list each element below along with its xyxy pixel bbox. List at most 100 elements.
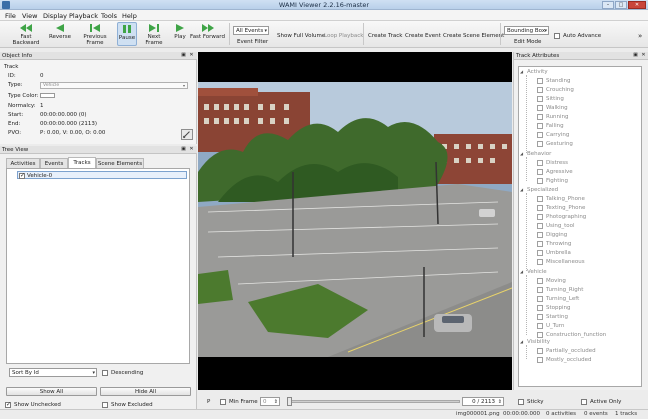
track-section-label: Track xyxy=(4,64,19,70)
min-frame-checkbox[interactable] xyxy=(220,399,226,405)
attr-construction-function[interactable]: Construction_function xyxy=(537,332,606,338)
video-viewport[interactable] xyxy=(198,52,512,390)
event-filter-select[interactable]: All Events ▾ xyxy=(233,26,269,35)
attr-distress[interactable]: Distress xyxy=(537,160,568,166)
attr-mostly-occluded[interactable]: Mostly_occluded xyxy=(537,357,591,363)
maximize-button[interactable]: □ xyxy=(615,1,627,9)
attr-sitting[interactable]: Sitting xyxy=(537,96,564,102)
slider-handle[interactable] xyxy=(287,397,292,406)
attr-falling[interactable]: Falling xyxy=(537,123,564,129)
start-label: Start: xyxy=(8,112,24,118)
create-event-button[interactable]: Create Event xyxy=(405,33,441,39)
id-value: 0 xyxy=(40,73,44,79)
attr-turning-left[interactable]: Turning_Left xyxy=(537,296,579,302)
attr-moving[interactable]: Moving xyxy=(537,278,566,284)
menu-help[interactable]: Help xyxy=(122,12,137,20)
attr-digging[interactable]: Digging xyxy=(537,232,567,238)
attr-crouching[interactable]: Crouching xyxy=(537,87,574,93)
show-excluded-checkbox[interactable] xyxy=(102,402,108,408)
normalcy-value: 1 xyxy=(40,103,44,109)
frame-spinbox[interactable]: 0 / 2113 ⇕ xyxy=(462,397,504,406)
close-icon[interactable]: ✕ xyxy=(189,147,194,152)
hide-all-button[interactable]: Hide All xyxy=(100,387,191,396)
attr-photographing[interactable]: Photographing xyxy=(537,214,586,220)
menu-tools[interactable]: Tools xyxy=(101,12,117,20)
loop-playback-button[interactable]: Loop Playback xyxy=(324,33,363,39)
close-icon[interactable]: ✕ xyxy=(641,53,646,58)
sort-select[interactable]: Sort By Id ▾ xyxy=(9,368,97,377)
attr-standing[interactable]: Standing xyxy=(537,78,571,84)
type-select[interactable]: Vehicle ▾ xyxy=(40,82,188,89)
tab-activities[interactable]: Activities xyxy=(6,158,40,168)
vehicle-0-checkbox[interactable] xyxy=(19,172,25,179)
chevron-down-icon: ▾ xyxy=(92,370,95,376)
tracks-list[interactable]: Vehicle-0 xyxy=(6,168,190,364)
auto-advance-checkbox[interactable] xyxy=(554,33,560,39)
attr-throwing[interactable]: Throwing xyxy=(537,241,571,247)
tab-tracks[interactable]: Tracks xyxy=(68,157,96,168)
menu-playback[interactable]: Playback xyxy=(69,12,98,20)
fast-backward-button[interactable]: Fast Backward xyxy=(8,23,44,46)
attr-umbrella[interactable]: Umbrella xyxy=(537,250,571,256)
group-vehicle[interactable]: Vehicle xyxy=(520,269,547,275)
attr-walking[interactable]: Walking xyxy=(537,105,568,111)
attributes-tree[interactable]: Activity Standing Crouching Sitting Walk… xyxy=(518,66,642,387)
edit-mode-select[interactable]: Bounding Box ▾ xyxy=(504,26,549,35)
group-specialized[interactable]: Specialized xyxy=(520,187,558,193)
float-icon[interactable]: ▣ xyxy=(181,147,186,152)
close-icon[interactable]: ✕ xyxy=(189,53,194,58)
next-frame-button[interactable]: Next Frame xyxy=(139,23,169,46)
attr-partially-occluded[interactable]: Partially_occluded xyxy=(537,348,596,354)
attr-miscellaneous[interactable]: Miscellaneous xyxy=(537,259,585,265)
menu-view[interactable]: View xyxy=(22,12,37,20)
attr-stopping[interactable]: Stopping xyxy=(537,305,571,311)
attr-starting[interactable]: Starting xyxy=(537,314,568,320)
show-full-volume-button[interactable]: Show Full Volume xyxy=(277,33,325,39)
min-frame-spinbox[interactable]: 0 ⇕ xyxy=(260,397,280,406)
attr-running[interactable]: Running xyxy=(537,114,569,120)
attr-texting-phone[interactable]: Texting_Phone xyxy=(537,205,585,211)
menu-display[interactable]: Display xyxy=(43,12,67,20)
close-button[interactable]: ✕ xyxy=(628,1,646,9)
previous-frame-button[interactable]: Previous Frame xyxy=(75,23,115,46)
create-track-button[interactable]: Create Track xyxy=(368,33,402,39)
pause-button[interactable]: Pause xyxy=(117,22,137,46)
attr-agressive[interactable]: Agressive xyxy=(537,169,573,175)
edit-color-button[interactable] xyxy=(181,129,193,140)
attr-talking-phone[interactable]: Talking_Phone xyxy=(537,196,585,202)
reverse-button[interactable]: Reverse xyxy=(48,23,72,40)
fast-forward-button[interactable]: Fast Forward xyxy=(190,23,225,40)
toolbar-overflow-button[interactable]: » xyxy=(638,32,642,40)
attr-fighting[interactable]: Fighting xyxy=(537,178,568,184)
float-icon[interactable]: ▣ xyxy=(633,53,638,58)
attr-turning-right[interactable]: Turning_Right xyxy=(537,287,583,293)
minimize-button[interactable]: – xyxy=(602,1,614,9)
previous-frame-icon xyxy=(90,24,100,32)
type-color-swatch[interactable] xyxy=(40,93,55,98)
show-unchecked-checkbox[interactable] xyxy=(5,401,11,408)
object-info-panel: Object Info ▣ ✕ Track ID: 0 Type: Vehicl… xyxy=(0,52,197,144)
frame-slider[interactable] xyxy=(287,397,460,406)
descending-checkbox[interactable] xyxy=(102,370,108,376)
float-icon[interactable]: ▣ xyxy=(181,53,186,58)
sticky-checkbox[interactable] xyxy=(518,399,524,405)
menu-file[interactable]: File xyxy=(5,12,16,20)
tab-scene-elements[interactable]: Scene Elements xyxy=(96,158,144,168)
show-all-button[interactable]: Show All xyxy=(6,387,97,396)
play-button[interactable]: Play xyxy=(172,23,188,40)
create-scene-element-button[interactable]: Create Scene Element xyxy=(443,33,504,39)
group-behavior[interactable]: Behavior xyxy=(520,151,552,157)
tab-events[interactable]: Events xyxy=(40,158,68,168)
status-events: 0 events xyxy=(584,411,608,417)
list-item[interactable]: Vehicle-0 xyxy=(17,171,187,179)
attr-u-turn[interactable]: U_Turn xyxy=(537,323,564,329)
active-only-checkbox[interactable] xyxy=(581,399,587,405)
min-frame-label: Min Frame xyxy=(229,399,258,405)
attr-gesturing[interactable]: Gesturing xyxy=(537,141,573,147)
group-activity[interactable]: Activity xyxy=(520,69,547,75)
toolbar-separator xyxy=(500,23,501,45)
chevron-down-icon: ▾ xyxy=(182,83,185,88)
attr-carrying[interactable]: Carrying xyxy=(537,132,569,138)
attr-using-tool[interactable]: Using_tool xyxy=(537,223,575,229)
group-visibility[interactable]: Visibility xyxy=(520,339,550,345)
